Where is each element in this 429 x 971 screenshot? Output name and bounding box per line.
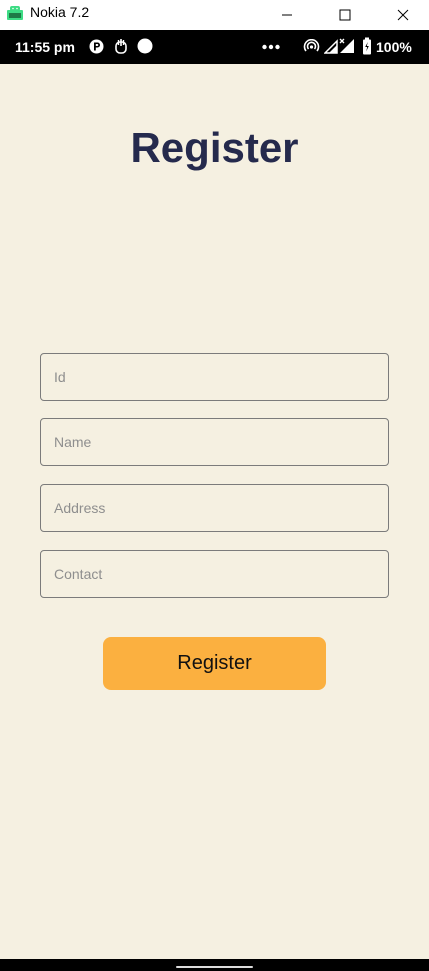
maximize-icon — [339, 9, 351, 21]
name-field[interactable] — [40, 418, 389, 466]
status-time: 11:55 pm — [15, 39, 75, 55]
navigation-bar — [0, 959, 429, 971]
close-button[interactable] — [383, 0, 423, 30]
more-dots-icon — [262, 44, 280, 50]
minimize-icon — [282, 14, 292, 16]
signal-x-icon — [339, 38, 354, 53]
signal-icon — [324, 39, 338, 54]
close-icon — [397, 9, 409, 21]
page-title: Register — [130, 124, 299, 171]
register-button[interactable]: Register — [103, 637, 326, 690]
hand-icon — [115, 39, 127, 54]
battery-percent: 100% — [376, 39, 412, 55]
minimize-button[interactable] — [267, 0, 307, 30]
p-app-icon — [89, 39, 104, 54]
circle-icon — [137, 38, 153, 54]
emulator-titlebar: Nokia 7.2 — [0, 0, 429, 30]
maximize-button[interactable] — [325, 0, 365, 30]
contact-field[interactable] — [40, 550, 389, 598]
status-bar: 11:55 pm 100% — [0, 30, 429, 64]
android-robot-icon — [7, 6, 23, 20]
register-screen: Register Register — [0, 64, 429, 959]
hotspot-icon — [303, 39, 320, 52]
id-field[interactable] — [40, 353, 389, 401]
home-indicator[interactable] — [176, 966, 253, 968]
window-title: Nokia 7.2 — [30, 4, 90, 20]
battery-icon — [363, 37, 371, 55]
address-field[interactable] — [40, 484, 389, 532]
